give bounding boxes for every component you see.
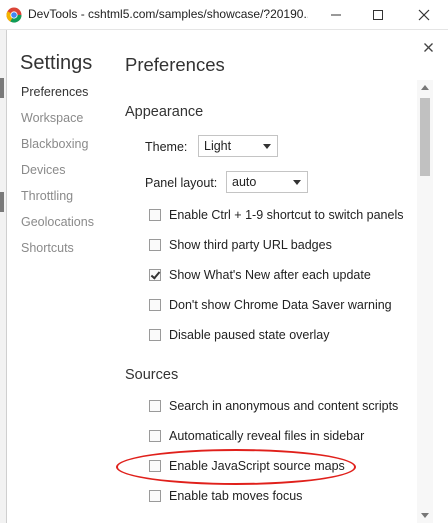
checkbox-row-whats-new[interactable]: Show What's New after each update <box>149 266 371 284</box>
panel-layout-label: Panel layout: <box>145 176 218 190</box>
checkbox-label: Search in anonymous and content scripts <box>169 399 399 413</box>
theme-label: Theme: <box>145 140 188 154</box>
section-title-appearance: Appearance <box>125 104 204 120</box>
checkbox-row-third-party-badges[interactable]: Show third party URL badges <box>149 236 332 254</box>
highlight-ellipse-annotation <box>116 449 356 485</box>
maximize-icon <box>373 10 383 20</box>
background-page-marker <box>0 78 4 98</box>
checkbox-label: Show third party URL badges <box>169 238 332 252</box>
checkbox[interactable] <box>149 329 161 341</box>
scroll-down-icon[interactable] <box>421 513 429 518</box>
panel-layout-select[interactable]: auto <box>226 171 308 193</box>
sidebar-item-workspace[interactable]: Workspace <box>21 110 111 136</box>
sidebar-item-geolocations[interactable]: Geolocations <box>21 214 111 240</box>
scrollbar-thumb[interactable] <box>420 98 430 176</box>
checkbox-label: Automatically reveal files in sidebar <box>169 429 365 443</box>
minimize-icon <box>331 14 341 16</box>
checkbox-label: Enable Ctrl + 1-9 shortcut to switch pan… <box>169 208 404 222</box>
theme-select-value: Light <box>204 139 232 153</box>
window-titlebar: DevTools - cshtml5.com/samples/showcase/… <box>0 0 448 30</box>
checkbox-row-ctrl-shortcut[interactable]: Enable Ctrl + 1-9 shortcut to switch pan… <box>149 206 404 224</box>
background-page-marker <box>0 192 4 212</box>
settings-sidebar: Preferences Workspace Blackboxing Device… <box>21 84 111 266</box>
checkbox-row-anonymous-scripts[interactable]: Search in anonymous and content scripts <box>149 397 398 415</box>
checkbox-checked[interactable] <box>149 269 161 281</box>
checkbox-label: Enable tab moves focus <box>169 489 303 503</box>
checkbox-row-data-saver-warning[interactable]: Don't show Chrome Data Saver warning <box>149 296 392 314</box>
maximize-button[interactable] <box>360 0 396 30</box>
window-title: DevTools - cshtml5.com/samples/showcase/… <box>28 7 308 21</box>
section-title-sources: Sources <box>125 367 179 383</box>
chevron-down-icon <box>293 180 301 185</box>
minimize-button[interactable] <box>318 0 354 30</box>
checkbox[interactable] <box>149 299 161 311</box>
checkbox[interactable] <box>149 239 161 251</box>
checkbox[interactable] <box>149 430 161 442</box>
checkbox-label: Don't show Chrome Data Saver warning <box>169 298 392 312</box>
close-window-button[interactable] <box>406 0 442 30</box>
close-icon <box>423 42 433 52</box>
sidebar-item-shortcuts[interactable]: Shortcuts <box>21 240 111 266</box>
checkbox-row-paused-overlay[interactable]: Disable paused state overlay <box>149 326 330 344</box>
settings-title: Settings <box>20 52 93 74</box>
dialog-close-button[interactable] <box>421 40 435 54</box>
checkbox[interactable] <box>149 400 161 412</box>
theme-select[interactable]: Light <box>198 135 278 157</box>
checkbox[interactable] <box>149 209 161 221</box>
close-icon <box>418 9 430 21</box>
scroll-up-icon[interactable] <box>421 85 429 90</box>
panel-layout-select-value: auto <box>232 175 257 189</box>
chrome-icon <box>6 7 22 23</box>
sidebar-item-preferences[interactable]: Preferences <box>21 84 111 110</box>
checkbox-row-reveal-files[interactable]: Automatically reveal files in sidebar <box>149 427 364 445</box>
checkbox-label: Show What's New after each update <box>169 268 371 282</box>
sidebar-item-devices[interactable]: Devices <box>21 162 111 188</box>
chevron-down-icon <box>263 144 271 149</box>
sidebar-item-throttling[interactable]: Throttling <box>21 188 111 214</box>
checkbox-label: Disable paused state overlay <box>169 328 330 342</box>
page-title: Preferences <box>125 54 225 75</box>
scrollbar[interactable] <box>417 80 433 523</box>
checkbox-row-tab-moves-focus[interactable]: Enable tab moves focus <box>149 487 302 505</box>
sidebar-item-blackboxing[interactable]: Blackboxing <box>21 136 111 162</box>
checkbox[interactable] <box>149 490 161 502</box>
